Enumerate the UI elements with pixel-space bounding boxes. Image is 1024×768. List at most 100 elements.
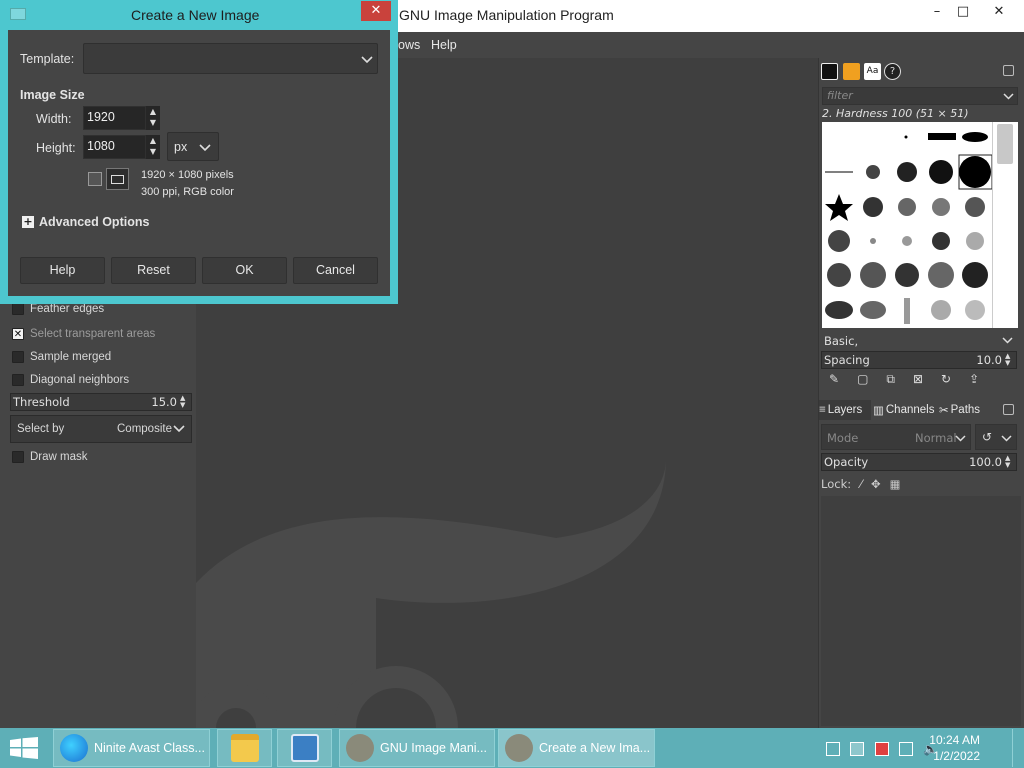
advanced-options-toggle[interactable]: Advanced Options: [39, 215, 149, 229]
tab-layers-label: Layers: [827, 404, 863, 416]
maximize-button[interactable]: □: [946, 0, 980, 26]
new-brush-icon[interactable]: ▢: [857, 372, 868, 388]
tab-channels[interactable]: ▥ Channels: [873, 400, 937, 420]
layers-icon: ≡: [819, 404, 826, 416]
dialog-close-button[interactable]: ✕: [361, 1, 391, 21]
brush-set-dropdown[interactable]: Basic,: [822, 332, 1018, 350]
edit-brush-icon[interactable]: ✎: [829, 372, 839, 388]
width-input[interactable]: 1920: [83, 106, 146, 130]
taskbar-item-gimp-label: GNU Image Mani...: [380, 741, 487, 755]
height-spin-icon[interactable]: ▲ ▼: [146, 135, 160, 159]
height-input[interactable]: 1080: [83, 135, 146, 159]
show-desktop-button[interactable]: [1012, 729, 1018, 767]
lock-position-icon[interactable]: ✥: [871, 477, 881, 491]
width-spin-icon[interactable]: ▲ ▼: [146, 106, 160, 130]
taskbar-item-gimp[interactable]: GNU Image Mani...: [339, 729, 495, 767]
folder-icon: [230, 734, 259, 762]
edge-browser-icon: [60, 734, 88, 762]
lock-pixels-icon[interactable]: ⁄: [860, 477, 862, 491]
diagonal-neighbors-option[interactable]: Diagonal neighbors: [12, 371, 129, 389]
chevron-down-icon[interactable]: [1003, 93, 1014, 100]
sample-merged-label: Sample merged: [30, 351, 112, 363]
menu-help[interactable]: Help: [431, 38, 457, 52]
open-brush-icon[interactable]: ⇪: [969, 372, 979, 388]
chevron-down-icon: [955, 435, 966, 442]
right-dock: Aa ? filter 2. Hardness 100 (51 × 51) Ba…: [818, 58, 1024, 728]
expand-plus-icon[interactable]: +: [22, 216, 34, 228]
taskbar-item-control-panel[interactable]: [277, 729, 332, 767]
tab-channels-label: Channels: [885, 404, 935, 416]
diagonal-neighbors-checkbox[interactable]: [12, 374, 24, 386]
layers-list[interactable]: [821, 496, 1021, 726]
tab-paths-label: Paths: [950, 404, 981, 416]
help-tab-icon[interactable]: ?: [884, 63, 901, 80]
resolution-info: 300 ppi, RGB color: [141, 186, 234, 198]
opacity-slider[interactable]: Opacity 100.0 ▲ ▼: [821, 453, 1017, 471]
taskbar-item-new-image[interactable]: Create a New Ima...: [498, 729, 655, 767]
brush-set-label: Basic,: [824, 334, 859, 348]
clock-time[interactable]: 10:24 AM: [929, 733, 980, 747]
start-button[interactable]: [10, 737, 38, 762]
template-dropdown[interactable]: [83, 43, 378, 74]
taskbar-item-ninite[interactable]: Ninite Avast Class...: [53, 729, 210, 767]
draw-mask-label: Draw mask: [30, 451, 88, 463]
dialog-title: Create a New Image: [131, 7, 260, 23]
reset-button[interactable]: Reset: [111, 257, 196, 284]
taskbar-item-ninite-label: Ninite Avast Class...: [94, 741, 205, 755]
tray-notification-icon[interactable]: [826, 742, 840, 756]
brushes-tab-icon[interactable]: [821, 63, 838, 80]
new-image-dialog: Create a New Image ✕ Template: Image Siz…: [0, 0, 398, 304]
threshold-spin-icon[interactable]: ▲ ▼: [180, 395, 189, 409]
opacity-spin-icon[interactable]: ▲ ▼: [1005, 455, 1014, 469]
fonts-tab-icon[interactable]: Aa: [864, 63, 881, 80]
portrait-orientation-icon[interactable]: [88, 172, 102, 186]
lock-alpha-icon[interactable]: ▦: [890, 477, 901, 491]
cancel-button[interactable]: Cancel: [293, 257, 378, 284]
refresh-brushes-icon[interactable]: ↻: [941, 372, 951, 388]
layer-mode-dropdown[interactable]: Mode Normal: [821, 424, 971, 450]
dialog-app-icon: [10, 8, 26, 20]
brush-grid[interactable]: [822, 122, 993, 328]
select-by-value: Composite: [117, 423, 172, 435]
landscape-orientation-icon[interactable]: [106, 168, 129, 190]
help-button[interactable]: Help: [20, 257, 105, 284]
select-transparent-checkbox[interactable]: ✕: [12, 328, 24, 340]
spacing-spin-icon[interactable]: ▲ ▼: [1005, 353, 1014, 367]
chevron-down-icon: [361, 56, 373, 64]
draw-mask-option[interactable]: Draw mask: [12, 448, 88, 466]
menu-windows[interactable]: ows: [398, 38, 420, 52]
dialog-titlebar[interactable]: Create a New Image ✕: [0, 0, 398, 30]
image-size-info: 1920 × 1080 pixels: [141, 169, 234, 181]
brush-previews: [825, 132, 993, 324]
configure-tab-icon[interactable]: [1003, 65, 1014, 76]
close-button[interactable]: ✕: [982, 0, 1016, 26]
tray-flag-icon[interactable]: [875, 742, 889, 756]
unit-dropdown[interactable]: px: [167, 132, 219, 161]
brush-scroll-thumb[interactable]: [997, 124, 1013, 164]
tray-network-icon[interactable]: [899, 742, 913, 756]
tray-action-center-icon[interactable]: [850, 742, 864, 756]
clock-date[interactable]: 1/2/2022: [933, 749, 980, 763]
ok-button[interactable]: OK: [202, 257, 287, 284]
chevron-down-icon: [1001, 435, 1012, 442]
brush-scrollbar[interactable]: [992, 122, 1018, 328]
sample-merged-option[interactable]: Sample merged: [12, 348, 111, 366]
threshold-slider[interactable]: Threshold 15.0 ▲ ▼: [10, 393, 192, 411]
configure-layers-tab-icon[interactable]: [1003, 404, 1014, 415]
patterns-tab-icon[interactable]: [843, 63, 860, 80]
template-label: Template:: [20, 52, 75, 66]
tab-layers[interactable]: ≡ Layers: [819, 400, 871, 420]
spacing-slider[interactable]: Spacing 10.0 ▲ ▼: [821, 351, 1017, 369]
landscape-glyph: [111, 175, 124, 184]
delete-brush-icon[interactable]: ⊠: [913, 372, 923, 388]
sample-merged-checkbox[interactable]: [12, 351, 24, 363]
draw-mask-checkbox[interactable]: [12, 451, 24, 463]
taskbar-item-file-explorer[interactable]: [217, 729, 272, 767]
duplicate-brush-icon[interactable]: ⧉: [886, 372, 895, 388]
select-by-dropdown[interactable]: Select by Composite: [10, 415, 192, 443]
mode-reset-dropdown[interactable]: ↺: [975, 424, 1017, 450]
select-transparent-option[interactable]: ✕ Select transparent areas: [12, 325, 155, 343]
tab-paths[interactable]: ✂ Paths: [939, 400, 989, 420]
brush-filter-input[interactable]: filter: [822, 87, 1018, 105]
feather-edges-checkbox[interactable]: [12, 303, 24, 315]
